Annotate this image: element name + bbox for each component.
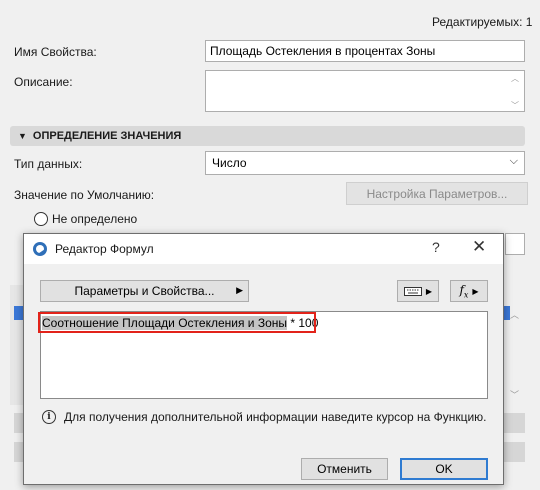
formula-editor-dialog: Редактор Формул ? ✕ Параметры и Свойства… xyxy=(23,233,504,485)
close-icon[interactable]: ✕ xyxy=(472,237,486,257)
collapse-triangle-icon: ▼ xyxy=(18,131,27,141)
description-input[interactable] xyxy=(205,70,525,112)
function-icon: fx xyxy=(459,282,469,300)
info-message: i Для получения дополнительной информаци… xyxy=(42,410,487,424)
background-scroll-down: ﹀ xyxy=(510,390,520,400)
data-type-label: Тип данных: xyxy=(14,157,83,171)
undefined-radio[interactable] xyxy=(34,212,48,226)
property-name-input[interactable]: Площадь Остекления в процентах Зоны xyxy=(205,40,525,62)
chevron-right-icon: ▶ xyxy=(472,286,479,296)
dialog-title: Редактор Формул xyxy=(55,242,154,256)
section-title: ОПРЕДЕЛЕНИЕ ЗНАЧЕНИЯ xyxy=(32,130,182,142)
undefined-radio-label: Не определено xyxy=(52,212,138,226)
parameter-settings-button[interactable]: Настройка Параметров... xyxy=(346,182,528,205)
dialog-titlebar[interactable]: Редактор Формул ? ✕ xyxy=(24,234,503,264)
help-icon[interactable]: ? xyxy=(432,239,440,255)
background-bar-right xyxy=(504,413,525,433)
section-value-definition[interactable]: ▼ ОПРЕДЕЛЕНИЕ ЗНАЧЕНИЯ xyxy=(10,126,525,146)
background-bar-2-right xyxy=(504,442,525,462)
info-text: Для получения дополнительной информации … xyxy=(64,410,487,424)
description-scroll-up[interactable]: ︿ xyxy=(511,73,519,84)
app-logo-icon xyxy=(33,242,47,256)
chevron-right-icon: ▶ xyxy=(236,285,243,295)
parameters-properties-label: Параметры и Свойства... xyxy=(74,284,215,298)
chevron-right-icon: ▶ xyxy=(425,286,433,296)
data-type-select[interactable]: Число ⌵ xyxy=(205,151,525,175)
parameters-properties-button[interactable]: Параметры и Свойства... ▶ xyxy=(40,280,249,302)
keyboard-button[interactable]: ▶ xyxy=(397,280,439,302)
ok-button[interactable]: OK xyxy=(400,458,488,480)
info-icon: i xyxy=(42,410,56,424)
background-list xyxy=(10,285,24,405)
background-scroll-up: ︿ xyxy=(510,310,520,320)
function-button[interactable]: fx ▶ xyxy=(450,280,488,302)
editable-count: Редактируемых: 1 xyxy=(432,15,533,29)
keyboard-icon xyxy=(403,286,422,296)
chevron-down-icon: ⌵ xyxy=(509,155,518,167)
formula-highlight-box xyxy=(38,312,316,333)
description-scroll-down[interactable]: ﹀ xyxy=(511,100,519,111)
description-label: Описание: xyxy=(14,75,73,89)
default-value-label: Значение по Умолчанию: xyxy=(14,188,155,202)
data-type-value: Число xyxy=(212,156,247,170)
background-field xyxy=(505,233,525,255)
cancel-button[interactable]: Отменить xyxy=(301,458,388,480)
property-name-label: Имя Свойства: xyxy=(14,45,97,59)
